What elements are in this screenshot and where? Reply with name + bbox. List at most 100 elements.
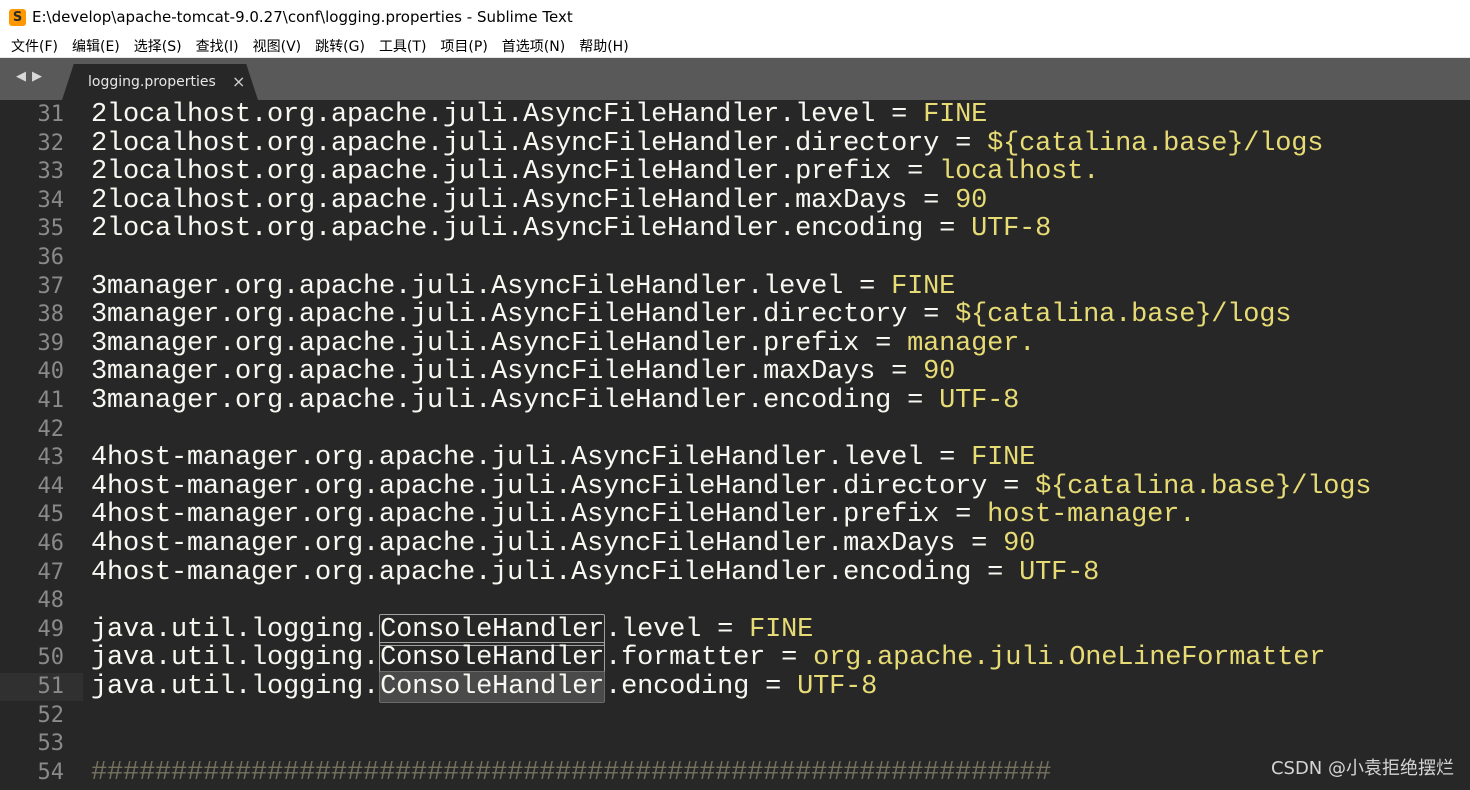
line-number: 36 xyxy=(37,245,65,270)
tab-bar: ◀ ▶ logging.properties × xyxy=(0,58,1470,100)
code-line[interactable]: 4host-manager.org.apache.juli.AsyncFileH… xyxy=(91,501,1195,529)
line-number: 39 xyxy=(37,330,65,356)
line-number: 47 xyxy=(37,559,65,585)
property-value: manager. xyxy=(907,328,1036,359)
code-line[interactable]: 3manager.org.apache.juli.AsyncFileHandle… xyxy=(91,301,1291,329)
property-value: UTF-8 xyxy=(939,386,1020,416)
code-line[interactable]: 2localhost.org.apache.juli.AsyncFileHand… xyxy=(91,158,1099,186)
line-number: 33 xyxy=(37,159,65,185)
code-line[interactable]: 2localhost.org.apache.juli.AsyncFileHand… xyxy=(91,215,1051,243)
menu-bar: 文件(F) 编辑(E) 选择(S) 查找(I) 视图(V) 跳转(G) 工具(T… xyxy=(0,34,1470,58)
sublime-app-icon: S xyxy=(9,8,26,26)
property-key: 2localhost.org.apache.juli.AsyncFileHand… xyxy=(91,157,940,188)
property-key: 3manager.org.apache.juli.AsyncFileHandle… xyxy=(91,300,956,331)
line-number: 31 xyxy=(37,102,65,127)
property-value: localhost. xyxy=(939,157,1100,188)
line-number: 44 xyxy=(37,473,65,499)
code-line[interactable]: 2localhost.org.apache.juli.AsyncFileHand… xyxy=(91,101,987,129)
menu-file[interactable]: 文件(F) xyxy=(0,36,65,56)
property-value: ${catalina.base}/logs xyxy=(1035,471,1372,502)
menu-view[interactable]: 视图(V) xyxy=(246,36,309,56)
code-editor[interactable]: 31 2localhost.org.apache.juli.AsyncFileHa… xyxy=(0,100,1470,790)
property-key: java.util.logging. xyxy=(91,672,380,702)
property-key: 2localhost.org.apache.juli.AsyncFileHand… xyxy=(91,185,956,216)
property-key: java.util.logging. xyxy=(91,614,380,645)
property-key: 2localhost.org.apache.juli.AsyncFileHand… xyxy=(91,214,972,245)
property-key: 3manager.org.apache.juli.AsyncFileHandle… xyxy=(91,271,892,302)
code-line[interactable]: ########################################… xyxy=(91,759,1051,787)
code-line[interactable]: 4host-manager.org.apache.juli.AsyncFileH… xyxy=(91,559,1099,587)
property-value: UTF-8 xyxy=(797,672,878,702)
code-line[interactable]: 4host-manager.org.apache.juli.AsyncFileH… xyxy=(91,444,1035,472)
property-value: ${catalina.base}/logs xyxy=(987,128,1324,159)
property-key: 4host-manager.org.apache.juli.AsyncFileH… xyxy=(91,557,1020,588)
tab-logging-properties[interactable]: logging.properties × xyxy=(62,64,258,100)
code-line[interactable]: 2localhost.org.apache.juli.AsyncFileHand… xyxy=(91,187,987,215)
line-number: 48 xyxy=(37,588,65,614)
close-icon[interactable]: × xyxy=(232,72,245,91)
code-line[interactable]: 3manager.org.apache.juli.AsyncFileHandle… xyxy=(91,330,1035,358)
property-key: .formatter = xyxy=(605,643,814,674)
line-number: 40 xyxy=(37,359,65,385)
property-key: 3manager.org.apache.juli.AsyncFileHandle… xyxy=(91,357,924,388)
line-number: 42 xyxy=(37,416,65,442)
property-value: 90 xyxy=(955,185,988,216)
line-number: 45 xyxy=(37,502,65,528)
comment-text: ########################################… xyxy=(91,757,1052,788)
property-value: 90 xyxy=(1003,529,1036,559)
code-line[interactable]: 4host-manager.org.apache.juli.AsyncFileH… xyxy=(91,530,1035,558)
line-number: 52 xyxy=(37,702,65,728)
property-value: UTF-8 xyxy=(1019,557,1100,588)
property-value: 90 xyxy=(923,357,956,388)
property-key: 3manager.org.apache.juli.AsyncFileHandle… xyxy=(91,328,908,359)
property-key: .level = xyxy=(605,614,750,645)
code-line[interactable]: java.util.logging.ConsoleHandler.formatt… xyxy=(91,642,1325,675)
line-number: 51 xyxy=(37,674,65,699)
menu-project[interactable]: 项目(P) xyxy=(433,36,494,56)
line-number: 43 xyxy=(37,445,65,471)
property-key: 4host-manager.org.apache.juli.AsyncFileH… xyxy=(91,529,1004,559)
property-value: FINE xyxy=(891,271,956,302)
property-key: 3manager.org.apache.juli.AsyncFileHandle… xyxy=(91,386,940,416)
line-number: 41 xyxy=(37,388,65,413)
chevron-right-icon[interactable]: ▶ xyxy=(32,69,42,84)
property-value: FINE xyxy=(971,443,1036,474)
menu-find[interactable]: 查找(I) xyxy=(189,36,246,56)
code-line[interactable]: 4host-manager.org.apache.juli.AsyncFileH… xyxy=(91,473,1371,501)
line-number: 35 xyxy=(37,216,65,242)
property-value: UTF-8 xyxy=(971,214,1052,245)
property-key: 4host-manager.org.apache.juli.AsyncFileH… xyxy=(91,500,988,531)
title-bar: S E:\develop\apache-tomcat-9.0.27\conf\l… xyxy=(0,0,1470,34)
property-key: 2localhost.org.apache.juli.AsyncFileHand… xyxy=(91,100,924,130)
menu-help[interactable]: 帮助(H) xyxy=(572,36,635,56)
code-line[interactable]: 2localhost.org.apache.juli.AsyncFileHand… xyxy=(91,130,1323,158)
menu-goto[interactable]: 跳转(G) xyxy=(308,36,372,56)
tab-navigation: ◀ ▶ xyxy=(16,69,42,84)
line-number: 38 xyxy=(37,302,65,328)
property-value: ${catalina.base}/logs xyxy=(955,300,1292,331)
line-number: 37 xyxy=(37,273,65,299)
highlighted-match: ConsoleHandler xyxy=(379,613,606,646)
sublime-window: S E:\develop\apache-tomcat-9.0.27\conf\l… xyxy=(0,0,1470,790)
property-key: 4host-manager.org.apache.juli.AsyncFileH… xyxy=(91,471,1036,502)
property-value: host-manager. xyxy=(987,500,1196,531)
menu-preferences[interactable]: 首选项(N) xyxy=(495,36,572,56)
menu-edit[interactable]: 编辑(E) xyxy=(65,36,127,56)
code-line[interactable]: 3manager.org.apache.juli.AsyncFileHandle… xyxy=(91,358,955,386)
property-key: 2localhost.org.apache.juli.AsyncFileHand… xyxy=(91,128,988,159)
code-line[interactable]: java.util.logging.ConsoleHandler.level =… xyxy=(91,613,814,646)
code-line[interactable]: 3manager.org.apache.juli.AsyncFileHandle… xyxy=(91,387,1019,415)
code-line[interactable]: java.util.logging.ConsoleHandler.encodin… xyxy=(91,671,878,703)
chevron-left-icon[interactable]: ◀ xyxy=(16,69,26,84)
window-title: E:\develop\apache-tomcat-9.0.27\conf\log… xyxy=(32,8,573,26)
menu-selection[interactable]: 选择(S) xyxy=(127,36,189,56)
line-number: 49 xyxy=(37,616,65,642)
menu-tools[interactable]: 工具(T) xyxy=(372,36,433,56)
highlighted-match: ConsoleHandler xyxy=(379,642,606,675)
property-value: FINE xyxy=(923,100,988,130)
line-number: 54 xyxy=(37,759,65,785)
code-line[interactable]: 3manager.org.apache.juli.AsyncFileHandle… xyxy=(91,273,955,301)
tab-label: logging.properties xyxy=(88,74,216,90)
line-number: 46 xyxy=(37,531,65,556)
property-value: FINE xyxy=(749,614,814,645)
